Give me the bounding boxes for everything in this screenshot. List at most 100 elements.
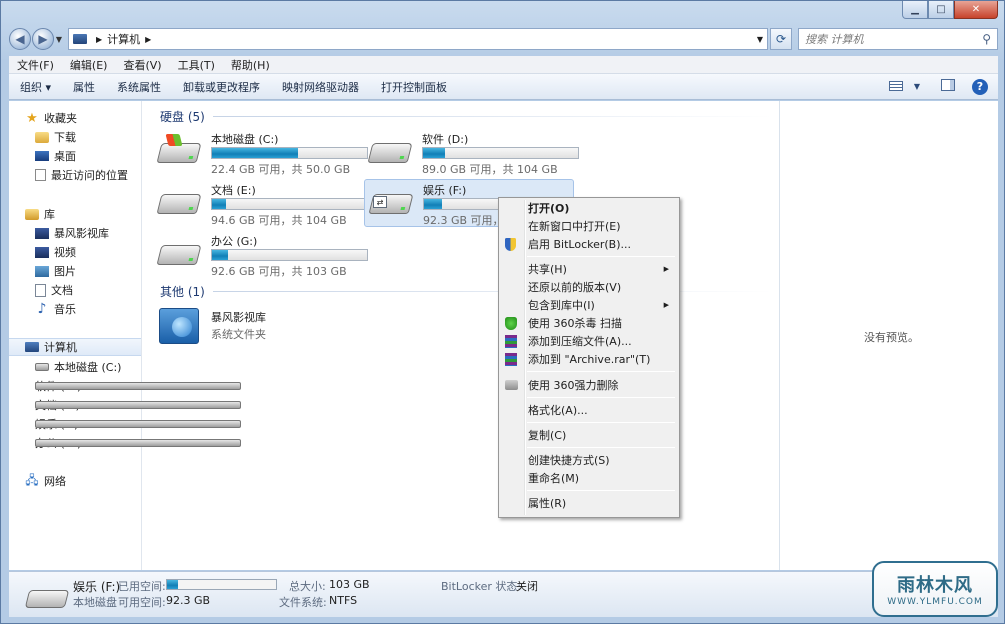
change-view-button[interactable] xyxy=(882,80,910,94)
details-total-value: 103 GB xyxy=(329,578,370,591)
nav-item-recent-places[interactable]: 最近访问的位置 xyxy=(35,166,128,184)
ctx-add-to-archive[interactable]: 添加到压缩文件(A)... xyxy=(501,332,677,350)
menu-tools[interactable]: 工具(T) xyxy=(170,57,223,73)
ctx-create-shortcut[interactable]: 创建快捷方式(S) xyxy=(501,451,677,469)
nav-item-drive-d[interactable]: 软件 (D:) xyxy=(35,377,241,395)
nav-item-baofeng-library[interactable]: 暴风影视库 xyxy=(35,224,109,242)
nav-computer-label: 计算机 xyxy=(44,341,77,354)
nav-item-drive-f[interactable]: 娱乐 (F:) xyxy=(35,415,241,433)
context-menu: 打开(O) 在新窗口中打开(E) 启用 BitLocker(B)... 共享(H… xyxy=(498,197,680,518)
drive-item-c[interactable]: 本地磁盘 (C:) 22.4 GB 可用，共 50.0 GB xyxy=(153,129,368,176)
drive-item-g[interactable]: 办公 (G:) 92.6 GB 可用，共 103 GB xyxy=(153,231,368,278)
menu-file[interactable]: 文件(F) xyxy=(9,57,62,73)
preview-pane-button[interactable] xyxy=(934,79,962,94)
ctx-360-scan[interactable]: 使用 360杀毒 扫描 xyxy=(501,314,677,332)
ctx-separator xyxy=(527,447,675,448)
details-usage-fill xyxy=(167,580,179,589)
properties-button[interactable]: 属性 xyxy=(62,79,106,95)
nav-favorites[interactable]: ★ 收藏夹 xyxy=(25,109,77,127)
details-free-value: 92.3 GB xyxy=(166,594,211,607)
drive-usage-fill xyxy=(424,199,442,209)
ctx-include-in-library[interactable]: 包含到库中(I) ▶ xyxy=(501,296,677,314)
ctx-open[interactable]: 打开(O) xyxy=(501,199,677,217)
nav-network-label: 网络 xyxy=(44,475,66,488)
library-item-baofeng[interactable]: 暴风影视库 系统文件夹 xyxy=(153,304,359,350)
nav-item-label: 本地磁盘 (C:) xyxy=(54,361,122,374)
nav-item-documents[interactable]: 文档 xyxy=(35,281,73,299)
map-network-drive-button[interactable]: 映射网络驱动器 xyxy=(271,79,370,95)
caption-buttons: ▁ □ ✕ xyxy=(902,1,998,19)
menu-help[interactable]: 帮助(H) xyxy=(223,57,278,73)
nav-libraries[interactable]: 库 xyxy=(25,205,55,223)
search-input[interactable]: 搜索 计算机 ⚲ xyxy=(798,28,998,50)
minimize-button[interactable]: ▁ xyxy=(902,1,928,19)
details-total-label: 总大小: xyxy=(289,580,326,593)
nav-libraries-label: 库 xyxy=(44,208,55,221)
organize-button[interactable]: 组织 ▾ xyxy=(9,79,62,95)
menu-view[interactable]: 查看(V) xyxy=(115,57,169,73)
ctx-open-new-window[interactable]: 在新窗口中打开(E) xyxy=(501,217,677,235)
system-properties-button[interactable]: 系统属性 xyxy=(106,79,172,95)
chevron-down-icon[interactable]: ▼ xyxy=(757,35,763,44)
document-icon xyxy=(35,283,46,297)
breadcrumb-computer[interactable]: 计算机 xyxy=(107,31,140,47)
nav-network[interactable]: 🖧 网络 xyxy=(25,472,66,490)
open-control-panel-button[interactable]: 打开控制面板 xyxy=(370,79,458,95)
close-button[interactable]: ✕ xyxy=(954,1,998,19)
uninstall-program-button[interactable]: 卸载或更改程序 xyxy=(172,79,271,95)
winrar-icon xyxy=(505,334,517,348)
hard-drive-icon xyxy=(156,143,202,163)
details-used-label: 已用空间: xyxy=(118,580,166,593)
ctx-label: 使用 360杀毒 扫描 xyxy=(528,317,622,330)
address-bar[interactable]: ▶ 计算机 ▶ ▼ xyxy=(68,28,768,50)
group-title-disks[interactable]: 硬盘 (5) xyxy=(160,108,205,125)
ctx-add-to-archive-rar[interactable]: 添加到 "Archive.rar"(T) xyxy=(501,350,677,368)
nav-item-pictures[interactable]: 图片 xyxy=(35,262,76,280)
ctx-label: 在新窗口中打开(E) xyxy=(528,220,621,233)
menu-edit[interactable]: 编辑(E) xyxy=(62,57,116,73)
forward-button[interactable]: ▶ xyxy=(32,28,54,50)
ctx-enable-bitlocker[interactable]: 启用 BitLocker(B)... xyxy=(501,235,677,253)
ctx-format[interactable]: 格式化(A)... xyxy=(501,401,677,419)
nav-item-drive-g[interactable]: 办公 (G:) xyxy=(35,434,241,452)
library-subtitle: 系统文件夹 xyxy=(211,328,266,341)
group-title-other[interactable]: 其他 (1) xyxy=(160,283,205,300)
nav-item-videos[interactable]: 视频 xyxy=(35,243,76,261)
nav-computer[interactable]: 计算机 xyxy=(9,338,141,356)
ctx-rename[interactable]: 重命名(M) xyxy=(501,469,677,487)
nav-item-downloads[interactable]: 下载 xyxy=(35,128,76,146)
library-icon xyxy=(25,208,39,220)
nav-item-desktop[interactable]: 桌面 xyxy=(35,147,76,165)
content-pane[interactable]: 硬盘 (5) 本地磁盘 (C:) 22.4 GB 可用，共 50.0 GB 软件… xyxy=(143,101,779,570)
details-drive-name: 娱乐 (F:) xyxy=(73,580,121,594)
group-divider xyxy=(213,116,773,117)
drive-name: 软件 (D:) xyxy=(422,133,469,146)
chevron-right-icon[interactable]: ▶ xyxy=(145,35,151,44)
details-usage-bar xyxy=(166,579,277,590)
chevron-right-icon[interactable]: ▶ xyxy=(96,35,102,44)
nav-item-label: 文档 xyxy=(51,284,73,297)
video-icon xyxy=(35,246,49,258)
back-button[interactable]: ◀ xyxy=(9,28,31,50)
recent-places-icon xyxy=(35,169,46,181)
drive-item-e[interactable]: 文档 (E:) 94.6 GB 可用，共 104 GB xyxy=(153,180,368,227)
ctx-label: 添加到 "Archive.rar"(T) xyxy=(528,353,651,366)
help-icon[interactable]: ? xyxy=(972,78,988,95)
maximize-button[interactable]: □ xyxy=(928,1,954,19)
navigation-pane[interactable]: ★ 收藏夹 下载 桌面 最近访问的位置 库 暴风影视库 视频 图片 文档 ♪ 音… xyxy=(9,101,241,570)
ctx-360-shred[interactable]: 使用 360强力删除 xyxy=(501,376,677,394)
search-icon[interactable]: ⚲ xyxy=(982,32,991,46)
nav-item-drive-e[interactable]: 文档 (E:) xyxy=(35,396,241,414)
drive-item-d[interactable]: 软件 (D:) 89.0 GB 可用，共 104 GB xyxy=(364,129,579,176)
ctx-restore-previous[interactable]: 还原以前的版本(V) xyxy=(501,278,677,296)
nav-item-music[interactable]: ♪ 音乐 xyxy=(35,300,76,318)
view-dropdown[interactable]: ▼ xyxy=(910,82,924,91)
ctx-properties[interactable]: 属性(R) xyxy=(501,494,677,512)
refresh-button[interactable]: ⟳ xyxy=(770,28,792,50)
ctx-copy[interactable]: 复制(C) xyxy=(501,426,677,444)
recent-pages-dropdown[interactable]: ▼ xyxy=(54,35,64,44)
ctx-label: 添加到压缩文件(A)... xyxy=(528,335,632,348)
details-bitlocker-value: 关闭 xyxy=(516,580,538,593)
nav-item-drive-c[interactable]: 本地磁盘 (C:) xyxy=(35,358,121,376)
ctx-share[interactable]: 共享(H) ▶ xyxy=(501,260,677,278)
